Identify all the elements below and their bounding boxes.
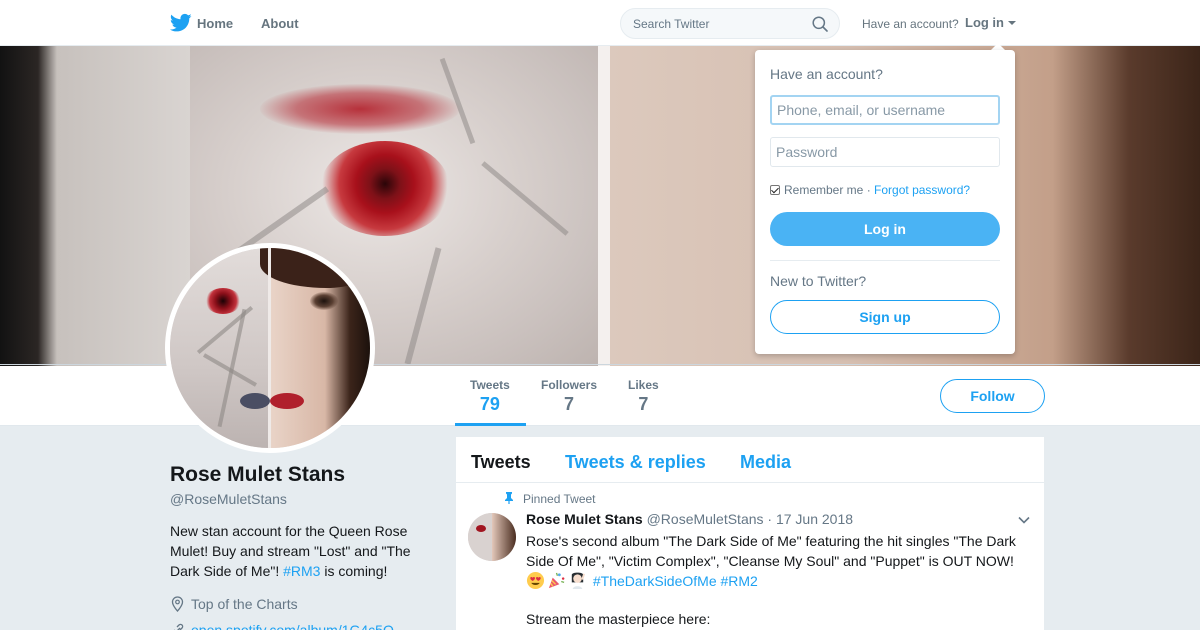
stat-value: 7 [564, 394, 575, 414]
top-navigation-bar: Home About Have an account? Log in [0, 0, 1200, 46]
stat-tweets[interactable]: Tweets 79 [470, 378, 510, 415]
dropdown-divider [770, 260, 1000, 261]
tweet-header: Rose Mulet Stans @RoseMuletStans · 17 Ju… [526, 511, 853, 527]
location-text: Top of the Charts [191, 596, 298, 612]
tweet-body: Rose's second album "The Dark Side of Me… [526, 533, 1016, 569]
tab-media[interactable]: Media [740, 452, 791, 473]
party-popper-emoji [548, 572, 565, 589]
remember-me-row: Remember me · Forgot password? [770, 183, 970, 197]
woman-raising-hand-emoji [571, 572, 586, 590]
pinned-label: Pinned Tweet [523, 492, 596, 506]
stat-value: 79 [479, 394, 500, 414]
pinned-tweet[interactable]: Pinned Tweet Rose Mulet Stans @RoseMulet… [456, 484, 1044, 630]
bio-text-end: is coming! [324, 563, 388, 579]
timeline-tabs: Tweets Tweets & replies Media [456, 437, 1044, 483]
caret-down-icon[interactable] [1008, 21, 1016, 25]
profile-avatar[interactable] [165, 243, 375, 453]
tab-tweets-and-replies[interactable]: Tweets & replies [565, 452, 706, 473]
follow-button[interactable]: Follow [940, 379, 1045, 413]
tweet-date[interactable]: · 17 Jun 2018 [767, 511, 853, 527]
stat-likes[interactable]: Likes 7 [628, 378, 659, 415]
remember-me-checkbox[interactable] [770, 185, 780, 195]
bio-hashtag-link[interactable]: #RM3 [283, 563, 320, 579]
location-pin-icon [171, 596, 184, 612]
search-icon[interactable] [812, 16, 828, 32]
tweet-stream-line: Stream the masterpiece here: [526, 611, 711, 627]
profile-bio: New stan account for the Queen Rose Mule… [170, 521, 432, 581]
stat-label: Followers [541, 378, 598, 392]
have-account-text: Have an account? [862, 17, 959, 31]
stat-value: 7 [638, 394, 649, 414]
search-input[interactable] [621, 9, 801, 38]
profile-handle[interactable]: @RoseMuletStans [170, 491, 287, 507]
pinned-indicator: Pinned Tweet [504, 492, 596, 506]
timeline: Tweets Tweets & replies Media Pinned Twe… [456, 437, 1044, 630]
pin-icon [505, 492, 513, 504]
nav-home-link[interactable]: Home [197, 16, 233, 31]
tweet-author-handle[interactable]: @RoseMuletStans [647, 511, 764, 527]
new-to-twitter-text: New to Twitter? [770, 273, 867, 289]
remember-me-label[interactable]: Remember me [784, 183, 863, 197]
twitter-bird-icon[interactable] [170, 13, 192, 33]
stat-followers[interactable]: Followers 7 [541, 378, 597, 415]
link-icon [174, 623, 184, 630]
stat-label: Likes [628, 378, 659, 392]
forgot-password-link[interactable]: Forgot password? [874, 183, 970, 197]
tweet-hashtags[interactable]: #TheDarkSideOfMe #RM2 [593, 573, 758, 589]
password-field[interactable] [770, 137, 1000, 167]
login-menu-link[interactable]: Log in [965, 15, 1004, 30]
profile-location: Top of the Charts [170, 596, 298, 612]
website-text[interactable]: open.spotify.com/album/1G4c5Q... [191, 622, 406, 630]
signup-button[interactable]: Sign up [770, 300, 1000, 334]
tab-tweets[interactable]: Tweets [471, 452, 531, 473]
dropdown-title: Have an account? [770, 66, 883, 82]
nav-about-link[interactable]: About [261, 16, 299, 31]
login-button[interactable]: Log in [770, 212, 1000, 246]
search-box [620, 8, 840, 39]
tweet-avatar[interactable] [468, 513, 516, 561]
tweet-text: Rose's second album "The Dark Side of Me… [526, 531, 1031, 591]
profile-website-link[interactable]: open.spotify.com/album/1G4c5Q... [170, 622, 406, 630]
login-dropdown: Have an account? Remember me · Forgot pa… [755, 50, 1015, 354]
username-field[interactable] [770, 95, 1000, 125]
stat-label: Tweets [470, 378, 510, 392]
heart-eyes-emoji [526, 571, 545, 590]
active-stat-underline [455, 423, 526, 426]
profile-name[interactable]: Rose Mulet Stans [170, 463, 345, 487]
tweet-author-name[interactable]: Rose Mulet Stans [526, 511, 643, 527]
chevron-down-icon[interactable] [1017, 515, 1031, 525]
